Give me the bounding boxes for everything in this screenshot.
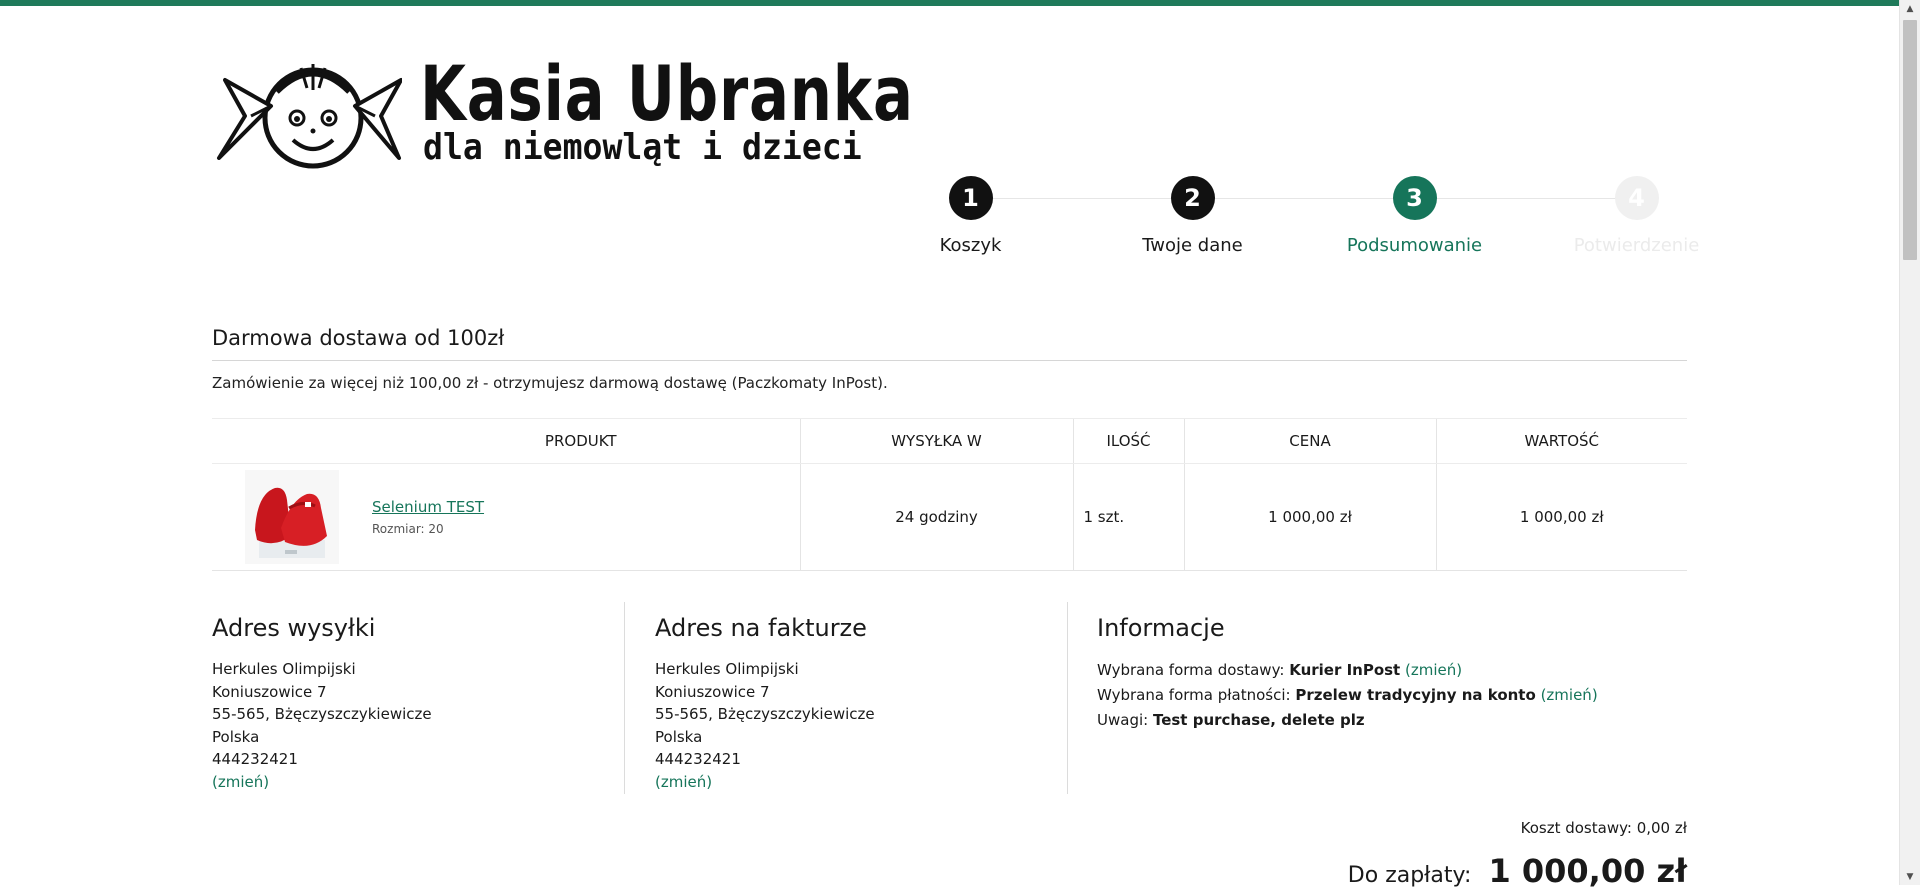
change-payment-link[interactable]: (zmień) bbox=[1541, 686, 1598, 704]
product-image-cell bbox=[212, 463, 372, 571]
brand-subtitle: dla niemowląt i dzieci bbox=[423, 127, 862, 168]
step-label: Potwierdzenie bbox=[1573, 235, 1700, 256]
step-cart[interactable]: 1 Koszyk bbox=[860, 176, 1081, 256]
address-line: Polska bbox=[655, 727, 703, 746]
top-accent-bar bbox=[0, 0, 1900, 6]
notes-value: Test purchase, delete plz bbox=[1152, 711, 1365, 729]
step-your-data[interactable]: 2 Twoje dane bbox=[1082, 176, 1303, 256]
info-title: Informacje bbox=[1097, 614, 1225, 642]
billing-address-title: Adres na fakturze bbox=[655, 614, 867, 642]
product-image[interactable] bbox=[245, 470, 339, 564]
step-number: 2 bbox=[1170, 176, 1215, 220]
address-line: Polska bbox=[212, 727, 260, 746]
notes-label: Uwagi: bbox=[1097, 711, 1149, 729]
step-label: Koszyk bbox=[939, 235, 1002, 256]
shipping-address-section: Adres wysyłki Herkules Olimpijski Konius… bbox=[212, 612, 432, 793]
address-line: Herkules Olimpijski bbox=[212, 660, 356, 678]
table-row: Selenium TEST Rozmiar: 20 24 godziny 1 s… bbox=[212, 463, 1687, 571]
change-delivery-link[interactable]: (zmień) bbox=[1405, 661, 1462, 679]
address-line: 55-565, Bżęczyszczykiewicze bbox=[655, 705, 875, 723]
total-value: 1 000,00 zł bbox=[1488, 852, 1687, 890]
address-line: Herkules Olimpijski bbox=[655, 660, 799, 678]
delivery-method-line: Wybrana forma dostawy: Kurier InPost (zm… bbox=[1097, 658, 1598, 683]
order-info-section: Informacje Wybrana forma dostawy: Kurier… bbox=[1097, 612, 1598, 733]
column-header-shipping: WYSYŁKA W bbox=[799, 418, 1073, 464]
step-number: 1 bbox=[948, 176, 993, 220]
address-line: Koniuszowice 7 bbox=[655, 682, 770, 701]
payment-method-value: Przelew tradycyjny na konto bbox=[1295, 686, 1536, 704]
scroll-up-arrow-icon[interactable]: ▲ bbox=[1900, 0, 1920, 17]
value-cell: 1 000,00 zł bbox=[1435, 463, 1687, 571]
column-header-value: WARTOŚĆ bbox=[1435, 418, 1687, 464]
change-shipping-address-link[interactable]: (zmień) bbox=[212, 771, 432, 794]
step-number: 3 bbox=[1392, 176, 1437, 220]
total-label: Do zapłaty: bbox=[1347, 863, 1472, 888]
page-scrollbar[interactable]: ▲ ▼ bbox=[1899, 0, 1920, 885]
billing-address-section: Adres na fakturze Herkules Olimpijski Ko… bbox=[655, 612, 875, 793]
column-header-product: PRODUKT bbox=[212, 418, 800, 464]
delivery-method-value: Kurier InPost bbox=[1289, 661, 1401, 679]
free-delivery-title: Darmowa dostawa od 100zł bbox=[212, 326, 505, 350]
column-divider bbox=[624, 602, 625, 794]
address-line: 444232421 bbox=[212, 750, 298, 768]
column-header-price: CENA bbox=[1183, 418, 1436, 464]
change-billing-address-link[interactable]: (zmień) bbox=[655, 771, 875, 794]
payment-method-line: Wybrana forma płatności: Przelew tradycy… bbox=[1097, 683, 1598, 708]
free-delivery-text: Zamówienie za więcej niż 100,00 zł - otr… bbox=[212, 374, 888, 392]
site-logo[interactable]: Kasia Ubranka dla niemowląt i dzieci bbox=[215, 52, 913, 177]
column-header-quantity: ILOŚĆ bbox=[1072, 418, 1184, 464]
girl-face-logo-icon bbox=[217, 64, 402, 169]
quantity-cell: 1 szt. bbox=[1072, 463, 1184, 571]
product-attribute: Rozmiar: 20 bbox=[372, 522, 444, 536]
step-summary: 3 Podsumowanie bbox=[1304, 176, 1525, 256]
order-items-table: PRODUKT WYSYŁKA W ILOŚĆ CENA WARTOŚĆ Sel… bbox=[212, 418, 1687, 571]
address-line: 55-565, Bżęczyszczykiewicze bbox=[212, 705, 432, 723]
address-line: 444232421 bbox=[655, 750, 741, 768]
shipping-time-cell: 24 godziny bbox=[799, 463, 1073, 571]
order-total: Do zapłaty: 1 000,00 zł bbox=[1348, 852, 1687, 890]
step-confirmation: 4 Potwierdzenie bbox=[1526, 176, 1747, 256]
delivery-method-label: Wybrana forma dostawy: bbox=[1097, 661, 1285, 679]
scrollbar-thumb[interactable] bbox=[1903, 20, 1917, 260]
divider bbox=[212, 360, 1687, 361]
payment-method-label: Wybrana forma płatności: bbox=[1097, 686, 1291, 704]
product-name-link[interactable]: Selenium TEST bbox=[372, 498, 800, 516]
red-slippers-image bbox=[245, 470, 339, 564]
notes-line: Uwagi: Test purchase, delete plz bbox=[1097, 708, 1598, 733]
step-number: 4 bbox=[1614, 176, 1659, 220]
column-divider bbox=[1067, 602, 1068, 794]
price-cell: 1 000,00 zł bbox=[1183, 463, 1436, 571]
address-line: Koniuszowice 7 bbox=[212, 682, 327, 701]
product-info-cell: Selenium TEST Rozmiar: 20 bbox=[372, 463, 800, 571]
brand-title: Kasia Ubranka bbox=[420, 49, 914, 138]
checkout-stepper: 1 Koszyk 2 Twoje dane 3 Podsumowanie 4 P… bbox=[860, 176, 1820, 256]
table-header-row: PRODUKT WYSYŁKA W ILOŚĆ CENA WARTOŚĆ bbox=[212, 418, 1687, 464]
step-label: Podsumowanie bbox=[1346, 235, 1483, 256]
step-label: Twoje dane bbox=[1142, 235, 1243, 256]
shipping-address-title: Adres wysyłki bbox=[212, 614, 376, 642]
scroll-down-arrow-icon[interactable]: ▼ bbox=[1900, 868, 1920, 885]
shipping-cost: Koszt dostawy: 0,00 zł bbox=[1520, 819, 1687, 837]
